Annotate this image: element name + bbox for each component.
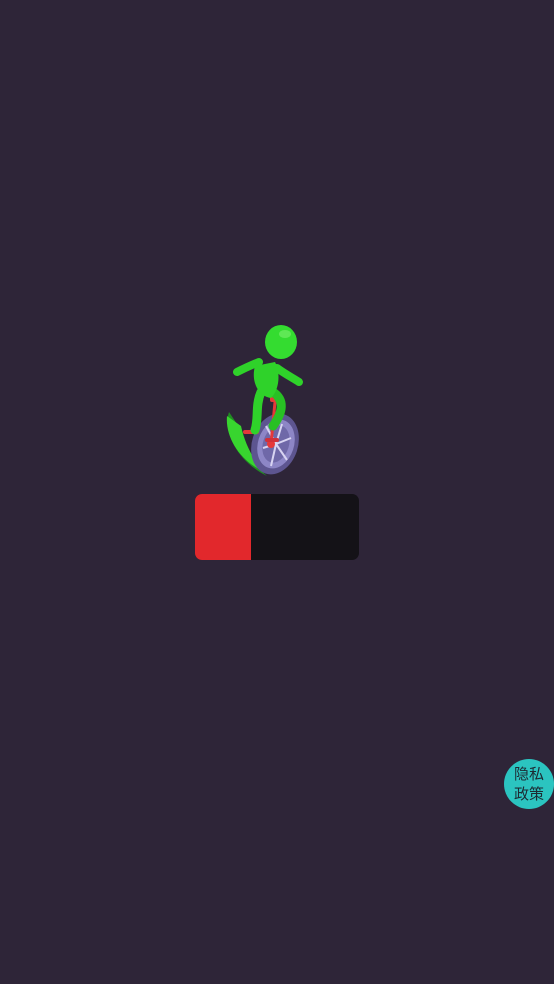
privacy-policy-label-line2: 政策 [513, 785, 544, 803]
privacy-policy-label-line1: 隐私 [513, 765, 544, 783]
progress-fill [195, 494, 251, 560]
game-scene[interactable]: 隐私 政策 [0, 0, 554, 984]
progress-bar [195, 494, 359, 560]
unicycle-rider-icon [215, 320, 315, 485]
privacy-policy-button[interactable]: 隐私 政策 [504, 759, 554, 809]
